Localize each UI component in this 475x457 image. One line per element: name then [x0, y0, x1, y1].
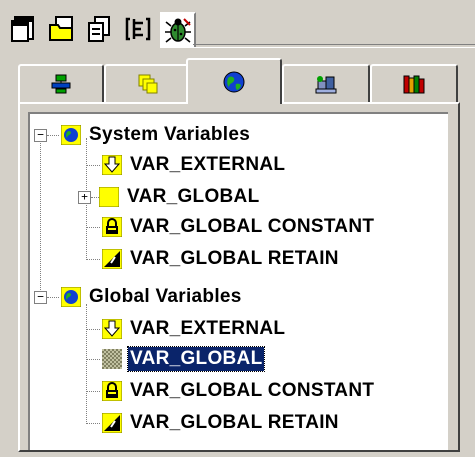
folder-window-icon [49, 16, 73, 41]
bug-icon [165, 18, 191, 43]
item-label: VAR_GLOBAL RETAIN [130, 248, 339, 269]
stack-windows-icon [138, 74, 158, 94]
tree-line [86, 165, 100, 166]
global-var-icon [99, 187, 119, 207]
item-label: VAR_GLOBAL RETAIN [130, 412, 339, 433]
blocks-icon [315, 76, 337, 94]
tree-line [47, 135, 59, 136]
group-label: System Variables [89, 124, 251, 145]
tree-line [86, 359, 100, 360]
tree-node-var-external[interactable]: VAR_EXTERNAL [86, 150, 287, 180]
collapse-toggle[interactable]: − [34, 290, 47, 304]
tab-stack-windows[interactable] [104, 64, 192, 102]
window-cascade-icon [11, 16, 34, 42]
item-label-selected: VAR_GLOBAL [126, 346, 266, 372]
network-icon [51, 74, 71, 94]
brackets-button[interactable] [122, 12, 154, 46]
library-books-icon [403, 75, 425, 94]
item-label: VAR_EXTERNAL [130, 154, 286, 175]
tree-node-global-variables[interactable]: − Global Variables [30, 282, 244, 312]
tree-line [86, 391, 100, 392]
view-toolbar [8, 6, 475, 52]
tree-node-var-global-retain[interactable]: VAR_GLOBAL RETAIN [86, 244, 341, 274]
tree-line [40, 140, 41, 296]
external-var-icon [102, 155, 122, 175]
lock-icon [102, 381, 122, 401]
retain-icon [102, 249, 122, 269]
brackets-icon [125, 17, 151, 41]
tree-node-system-variables[interactable]: − System Variables [30, 120, 252, 150]
folder-window-button[interactable] [46, 12, 78, 46]
globe-icon [61, 287, 81, 307]
tree-line [86, 423, 100, 424]
tree-line [91, 197, 99, 198]
tree-node-var-global[interactable]: VAR_GLOBAL [86, 344, 266, 374]
group-label: Global Variables [89, 286, 242, 307]
tab-network[interactable] [18, 64, 104, 102]
item-label: VAR_GLOBAL CONSTANT [130, 216, 375, 237]
expand-toggle[interactable]: + [78, 190, 91, 204]
tree-line [86, 329, 100, 330]
global-var-checkered-icon [102, 349, 122, 369]
tree-line [86, 259, 100, 260]
variables-tree: − System Variables VAR_EXTERNAL + VAR_GL… [28, 112, 448, 450]
collapse-toggle[interactable]: − [34, 128, 47, 142]
tab-strip [18, 58, 458, 104]
copy-window-button[interactable] [84, 12, 116, 46]
copy-window-icon [88, 16, 110, 42]
toolbar-separator [193, 44, 475, 48]
item-label: VAR_EXTERNAL [130, 318, 286, 339]
tree-node-var-global-constant[interactable]: VAR_GLOBAL CONSTANT [86, 212, 376, 242]
tree-line [86, 227, 100, 228]
item-label: VAR_GLOBAL [127, 186, 260, 207]
window-cascade-button[interactable] [8, 12, 40, 46]
tab-blocks[interactable] [282, 64, 370, 102]
tab-library[interactable] [370, 64, 458, 102]
tree-line [47, 297, 59, 298]
tree-node-var-external[interactable]: VAR_EXTERNAL [86, 314, 287, 344]
external-var-icon [102, 319, 122, 339]
item-label: VAR_GLOBAL CONSTANT [130, 380, 375, 401]
globe-icon [223, 71, 245, 93]
globe-icon [61, 125, 81, 145]
tree-node-var-global-retain[interactable]: VAR_GLOBAL RETAIN [86, 408, 341, 438]
tree-node-var-global-constant[interactable]: VAR_GLOBAL CONSTANT [86, 376, 376, 406]
debug-button[interactable] [160, 12, 196, 48]
tree-node-var-global[interactable]: + VAR_GLOBAL [78, 182, 261, 212]
tab-globals[interactable] [186, 58, 282, 104]
lock-icon [102, 217, 122, 237]
retain-icon [102, 413, 122, 433]
